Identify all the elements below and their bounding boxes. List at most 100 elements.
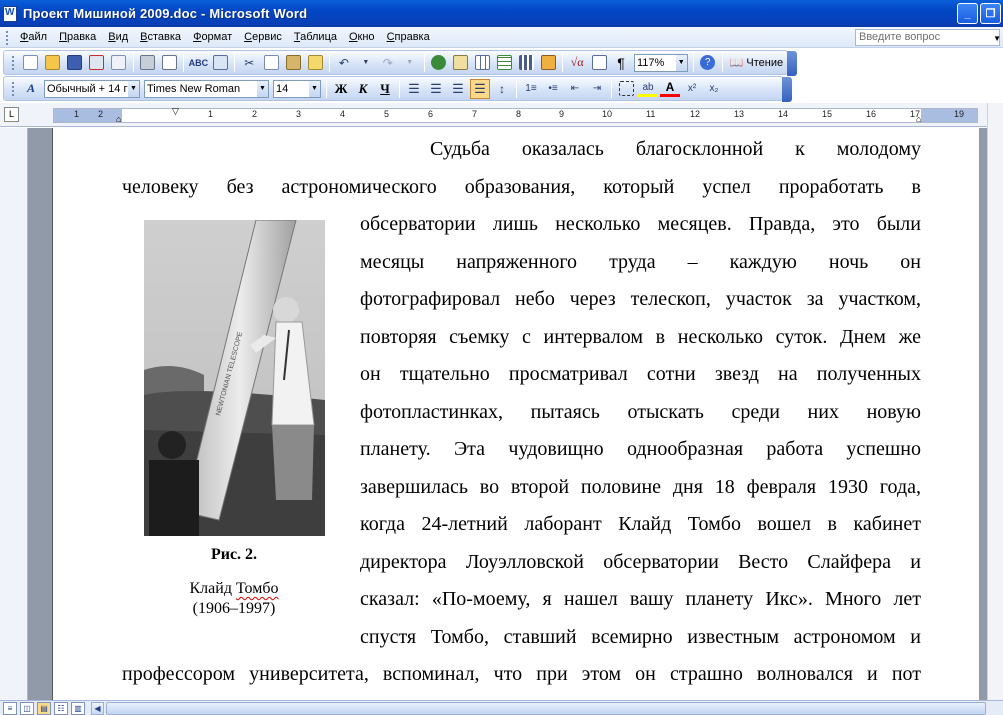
numbering-icon[interactable]: 1≡: [521, 79, 541, 99]
left-indent-marker-icon[interactable]: ⌂: [116, 114, 121, 124]
outline-view-icon[interactable]: ☷: [54, 701, 68, 715]
research-icon[interactable]: [210, 53, 230, 73]
new-document-icon[interactable]: [21, 53, 41, 73]
thumbnails-icon[interactable]: [589, 53, 609, 73]
redo-dropdown-icon[interactable]: ▼: [400, 53, 420, 73]
document-page[interactable]: Судьба оказалась благосклонной к молодом…: [52, 128, 979, 700]
font-select[interactable]: Times New Roman ▼: [144, 79, 269, 98]
permission-icon[interactable]: [87, 53, 107, 73]
chevron-down-icon[interactable]: ▼: [128, 80, 139, 97]
superscript-icon[interactable]: x²: [682, 79, 702, 99]
horizontal-ruler[interactable]: 1 2 1 2 3 4 5 6 7 8 9 10 11 12 13 14 15 …: [53, 106, 978, 124]
book-icon: 📖: [729, 57, 744, 69]
insert-excel-icon[interactable]: [494, 53, 514, 73]
window-controls: _ ❐: [957, 3, 1001, 24]
print-layout-icon[interactable]: ▤: [37, 701, 51, 715]
reading-label: Чтение: [746, 56, 784, 69]
web-layout-icon[interactable]: ◫: [20, 701, 34, 715]
copy-icon[interactable]: [261, 53, 281, 73]
undo-dropdown-icon[interactable]: ▼: [356, 53, 376, 73]
align-left-icon[interactable]: ☰: [404, 79, 424, 99]
line-spacing-icon[interactable]: ↕: [492, 79, 512, 99]
bold-button[interactable]: Ж: [331, 79, 351, 99]
cut-icon[interactable]: ✂: [239, 53, 259, 73]
print-preview-icon[interactable]: [160, 53, 180, 73]
italic-button[interactable]: К: [353, 79, 373, 99]
word-app-icon[interactable]: [3, 5, 17, 22]
chevron-down-icon[interactable]: ▼: [309, 80, 320, 97]
subscript-icon[interactable]: x₂: [704, 79, 724, 99]
toolbar-options-icon[interactable]: [782, 77, 792, 102]
document-map-icon[interactable]: √α: [567, 53, 587, 73]
help-icon[interactable]: ?: [698, 53, 718, 73]
toolbar-separator: [328, 53, 330, 72]
font-size-select[interactable]: 14 ▼: [273, 79, 321, 98]
align-right-icon[interactable]: ☰: [448, 79, 468, 99]
font-color-icon[interactable]: A: [660, 80, 680, 97]
increase-indent-icon[interactable]: ⇥: [587, 79, 607, 99]
toolbar-options-icon[interactable]: [787, 51, 797, 76]
toolbar-grip[interactable]: [11, 55, 15, 70]
insert-table-icon[interactable]: [473, 53, 493, 73]
menu-window[interactable]: Окно: [343, 28, 381, 47]
scroll-left-icon[interactable]: ◀: [91, 701, 104, 715]
menu-table[interactable]: Таблица: [288, 28, 343, 47]
restore-button[interactable]: ❐: [980, 3, 1001, 24]
underline-button[interactable]: Ч: [375, 79, 395, 99]
text-line: планету. Эта чудовищно однообразная рабо…: [360, 438, 921, 460]
minimize-button[interactable]: _: [957, 3, 978, 24]
first-line-indent-icon[interactable]: ▽: [172, 106, 179, 117]
columns-icon[interactable]: [516, 53, 536, 73]
horizontal-scrollbar-thumb[interactable]: [106, 701, 986, 715]
highlight-icon[interactable]: ab: [638, 81, 658, 97]
vertical-scrollbar[interactable]: [987, 103, 1003, 700]
style-select[interactable]: Обычный + 14 г ▼: [44, 79, 140, 98]
menu-insert[interactable]: Вставка: [134, 28, 187, 47]
title-bar: Проект Мишиной 2009.doc - Microsoft Word…: [0, 0, 1003, 27]
tables-borders-icon[interactable]: [451, 53, 471, 73]
zoom-select[interactable]: 117% ▼: [633, 53, 688, 72]
decrease-indent-icon[interactable]: ⇤: [565, 79, 585, 99]
align-center-icon[interactable]: ☰: [426, 79, 446, 99]
print-icon[interactable]: [138, 53, 158, 73]
menu-tools[interactable]: Сервис: [238, 28, 288, 47]
right-indent-marker-icon[interactable]: ⌂: [916, 114, 921, 124]
chevron-down-icon[interactable]: ▼: [675, 54, 687, 71]
email-icon[interactable]: [109, 53, 129, 73]
ruler-number: 8: [516, 109, 522, 119]
text-line: спустя Томбо, ставший всемирно известным…: [360, 626, 921, 648]
menu-help[interactable]: Справка: [381, 28, 436, 47]
spelling-icon[interactable]: ABC: [188, 53, 209, 73]
ask-dropdown-icon[interactable]: ▼: [993, 31, 1001, 46]
tab-selector-icon[interactable]: L: [4, 107, 19, 122]
open-folder-icon[interactable]: [43, 53, 63, 73]
ask-question-input[interactable]: Введите вопрос ▼: [855, 29, 1001, 46]
menu-file[interactable]: Файл: [14, 28, 53, 47]
normal-view-icon[interactable]: ≡: [3, 701, 17, 715]
menu-grip[interactable]: [5, 29, 9, 45]
chevron-down-icon[interactable]: ▼: [257, 80, 268, 97]
text-line: сказал: «По-моему, я нашел вашу планету …: [360, 588, 921, 610]
menu-format[interactable]: Формат: [187, 28, 238, 47]
borders-icon[interactable]: [616, 79, 636, 99]
text-line: профессором университета, вспоминал, что…: [122, 663, 921, 685]
ruler-number: 12: [690, 109, 701, 119]
reading-button[interactable]: 📖 Чтение: [726, 56, 787, 70]
bullets-icon[interactable]: •≡: [543, 79, 563, 99]
justify-icon[interactable]: ☰: [470, 78, 490, 99]
redo-icon[interactable]: ↷: [378, 53, 398, 73]
menu-edit[interactable]: Правка: [53, 28, 102, 47]
vertical-ruler[interactable]: [0, 128, 28, 700]
drawing-icon[interactable]: [538, 53, 558, 73]
hyperlink-icon[interactable]: [429, 53, 449, 73]
format-painter-icon[interactable]: [305, 53, 325, 73]
show-formatting-icon[interactable]: ¶: [611, 53, 631, 73]
paste-icon[interactable]: [283, 53, 303, 73]
undo-icon[interactable]: ↶: [334, 53, 354, 73]
ruler-number: 1: [74, 109, 80, 119]
styles-formatting-icon[interactable]: A: [21, 79, 41, 99]
menu-view[interactable]: Вид: [102, 28, 134, 47]
reading-layout-icon[interactable]: ▥: [71, 701, 85, 715]
toolbar-grip[interactable]: [11, 81, 15, 96]
save-icon[interactable]: [65, 53, 85, 73]
